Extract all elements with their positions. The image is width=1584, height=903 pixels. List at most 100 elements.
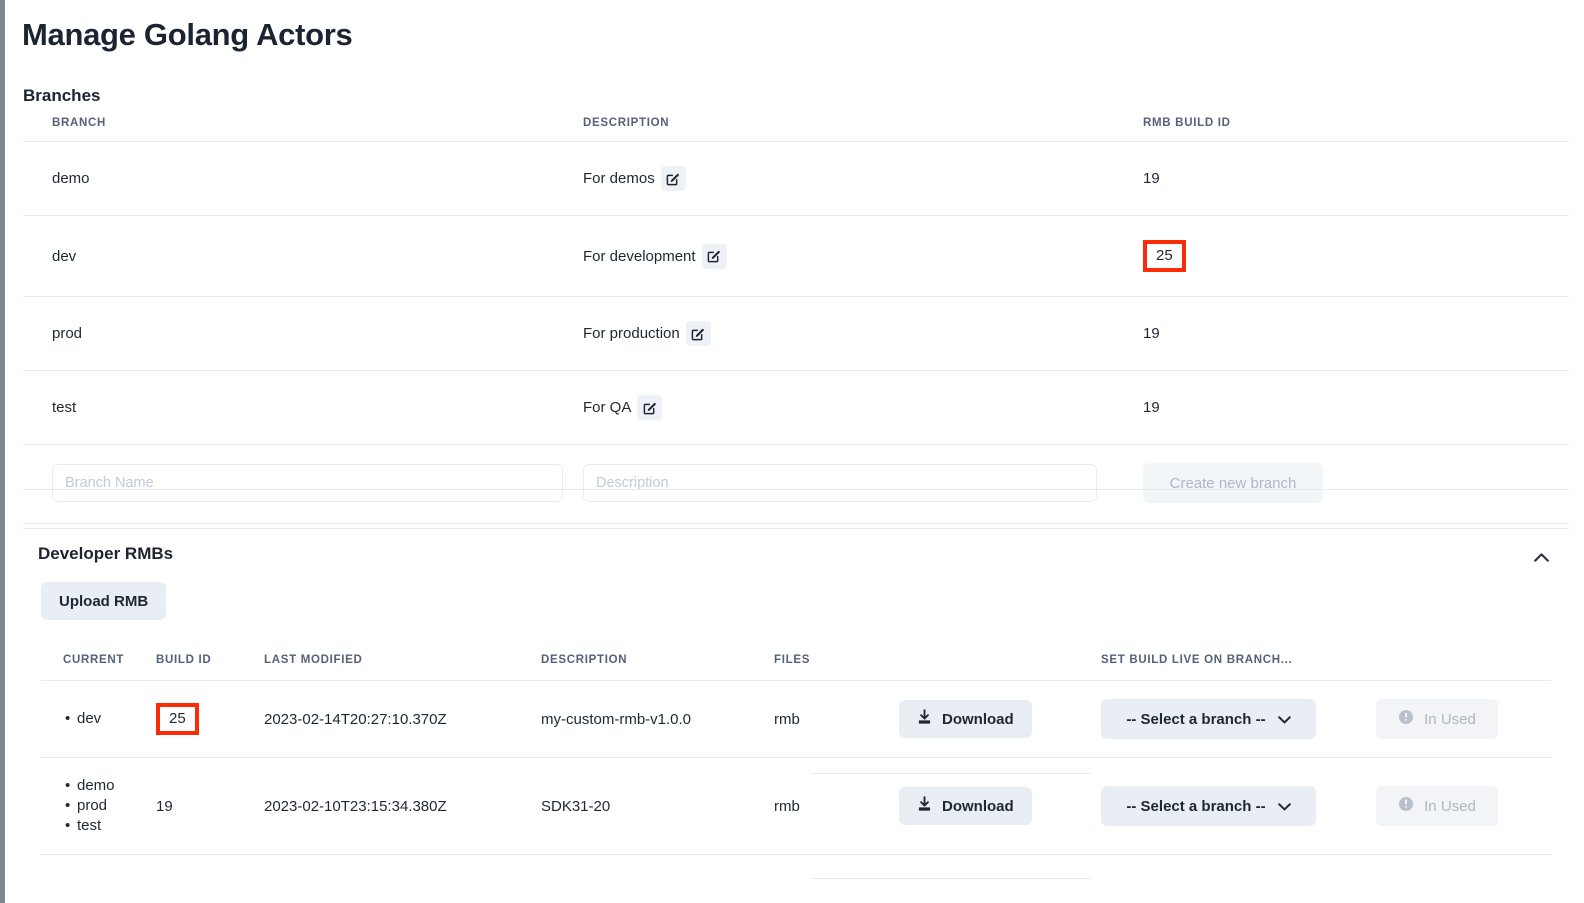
branch-build-id-value: 19 xyxy=(1143,170,1160,187)
branches-header-row: BRANCH DESCRIPTION RMB BUILD ID xyxy=(23,112,1569,142)
download-icon xyxy=(917,796,932,816)
rmb-table: CURRENT BUILD ID LAST MODIFIED DESCRIPTI… xyxy=(41,648,1551,855)
download-cell-divider-2 xyxy=(811,878,1091,879)
rmb-description-cell: my-custom-rmb-v1.0.0 xyxy=(541,680,774,758)
rmb-header-row: CURRENT BUILD ID LAST MODIFIED DESCRIPTI… xyxy=(41,648,1551,681)
branch-name-cell: demo xyxy=(23,141,583,216)
select-branch-dropdown[interactable]: -- Select a branch -- xyxy=(1101,699,1316,739)
in-used-label: In Used xyxy=(1424,710,1476,728)
highlight-box: 25 xyxy=(1143,240,1186,272)
rmb-set-live-cell: -- Select a branch -- xyxy=(1101,680,1376,758)
rmb-download-cell: Download xyxy=(899,680,1101,758)
rmb-row: demoprodtest192023-02-10T23:15:34.380ZSD… xyxy=(41,757,1551,855)
branch-name-cell: test xyxy=(23,370,583,445)
current-branch-list: dev xyxy=(63,709,156,729)
download-button[interactable]: Download xyxy=(899,787,1032,825)
create-new-branch-button[interactable]: Create new branch xyxy=(1143,463,1323,503)
branches-table-body: demo For demos 19 dev For development 25 prod F… xyxy=(23,141,1569,524)
branch-description-input-cell xyxy=(583,444,1143,524)
rmb-build-id-cell: 19 xyxy=(156,757,264,855)
branch-row: prod For production 19 xyxy=(23,296,1569,371)
section-divider-top xyxy=(23,489,1569,490)
select-branch-label: -- Select a branch -- xyxy=(1126,710,1266,728)
branch-name-cell: dev xyxy=(23,215,583,297)
edit-square-icon[interactable] xyxy=(660,166,686,191)
in-used-button: In Used xyxy=(1376,786,1498,826)
rmb-set-live-cell: -- Select a branch -- xyxy=(1101,757,1376,855)
branches-table: BRANCH DESCRIPTION RMB BUILD ID demo For … xyxy=(23,112,1569,524)
branch-row: dev For development 25 xyxy=(23,215,1569,297)
branch-description-text: For QA xyxy=(583,399,632,416)
branch-build-id-value: 25 xyxy=(1143,240,1186,272)
edit-square-icon[interactable] xyxy=(685,321,711,346)
download-button[interactable]: Download xyxy=(899,700,1032,738)
current-branch-item: prod xyxy=(65,796,156,816)
developer-rmbs-heading: Developer RMBs xyxy=(38,544,174,563)
branch-description-cell: For demos xyxy=(583,141,1143,216)
rmb-status-cell: In Used xyxy=(1376,757,1551,855)
select-branch-label: -- Select a branch -- xyxy=(1126,797,1266,815)
rmb-description-cell: SDK31-20 xyxy=(541,757,774,855)
edit-square-icon[interactable] xyxy=(701,243,727,269)
branch-build-id-value: 19 xyxy=(1143,399,1160,416)
current-branch-item: dev xyxy=(65,709,156,729)
branch-build-id-cell: 25 xyxy=(1143,215,1569,297)
current-branch-item: test xyxy=(65,816,156,836)
rmb-table-head: CURRENT BUILD ID LAST MODIFIED DESCRIPTI… xyxy=(41,648,1551,681)
exclamation-circle-icon xyxy=(1398,709,1414,729)
exclamation-circle-icon xyxy=(1398,796,1414,816)
rmb-row: dev25 2023-02-14T20:27:10.370Zmy-custom-r… xyxy=(41,680,1551,758)
branch-build-id-cell: 19 xyxy=(1143,370,1569,445)
rmb-table-body: dev25 2023-02-14T20:27:10.370Zmy-custom-r… xyxy=(41,680,1551,855)
branch-name-input[interactable] xyxy=(52,464,563,502)
upload-rmb-button[interactable]: Upload RMB xyxy=(41,582,167,620)
branch-description-cell: For production xyxy=(583,296,1143,371)
branch-description-text: For development xyxy=(583,247,696,265)
download-cell-divider-1 xyxy=(811,773,1091,774)
branch-name-input-cell xyxy=(23,444,583,524)
branch-build-id-cell: 19 xyxy=(1143,296,1569,371)
in-used-button: In Used xyxy=(1376,699,1498,739)
rmb-current-cell: demoprodtest xyxy=(41,757,156,855)
rmb-table-wrap: CURRENT BUILD ID LAST MODIFIED DESCRIPTI… xyxy=(41,648,1551,855)
chevron-up-icon[interactable] xyxy=(1529,545,1553,569)
branch-description-text: For production xyxy=(583,325,680,342)
download-button-label: Download xyxy=(942,710,1014,728)
rmb-col-files: FILES xyxy=(774,648,899,681)
create-branch-button-cell: Create new branch xyxy=(1143,444,1569,524)
branch-description-cell: For development xyxy=(583,215,1143,297)
section-divider-bottom xyxy=(23,528,1569,529)
branch-description-input[interactable] xyxy=(583,464,1097,502)
branch-build-id-value: 19 xyxy=(1143,325,1160,342)
rmb-files-cell: rmb xyxy=(774,680,899,758)
highlight-box: 25 xyxy=(156,703,199,735)
branch-build-id-cell: 19 xyxy=(1143,141,1569,216)
rmb-last-modified-cell: 2023-02-10T23:15:34.380Z xyxy=(264,757,541,855)
create-branch-row: Create new branch xyxy=(23,444,1569,524)
branches-col-branch: BRANCH xyxy=(23,112,583,142)
edit-square-icon[interactable] xyxy=(637,395,663,420)
branch-description-cell: For QA xyxy=(583,370,1143,445)
branch-name-cell: prod xyxy=(23,296,583,371)
download-icon xyxy=(917,709,932,729)
rmb-col-build-id: BUILD ID xyxy=(156,648,264,681)
branch-description-text: For demos xyxy=(583,170,655,187)
in-used-label: In Used xyxy=(1424,797,1476,815)
page-content: Manage Golang Actors Branches BRANCH DES… xyxy=(5,0,1584,903)
manage-golang-actors-page: Manage Golang Actors Branches BRANCH DES… xyxy=(0,0,1584,903)
rmb-col-last-modified: LAST MODIFIED xyxy=(264,648,541,681)
branches-table-wrap: BRANCH DESCRIPTION RMB BUILD ID demo For … xyxy=(23,112,1569,524)
chevron-down-icon xyxy=(1277,711,1291,728)
branches-section-heading: Branches xyxy=(23,86,101,105)
select-branch-dropdown[interactable]: -- Select a branch -- xyxy=(1101,786,1316,826)
branch-row: demo For demos 19 xyxy=(23,141,1569,216)
rmb-col-status xyxy=(1376,648,1551,681)
branches-table-head: BRANCH DESCRIPTION RMB BUILD ID xyxy=(23,112,1569,142)
branches-col-build-id: RMB BUILD ID xyxy=(1143,112,1569,142)
rmb-col-description: DESCRIPTION xyxy=(541,648,774,681)
rmb-col-set-live: SET BUILD LIVE ON BRANCH... xyxy=(1101,648,1376,681)
chevron-down-icon xyxy=(1277,798,1291,815)
page-title: Manage Golang Actors xyxy=(22,17,353,52)
branches-col-description: DESCRIPTION xyxy=(583,112,1143,142)
rmb-current-cell: dev xyxy=(41,680,156,758)
